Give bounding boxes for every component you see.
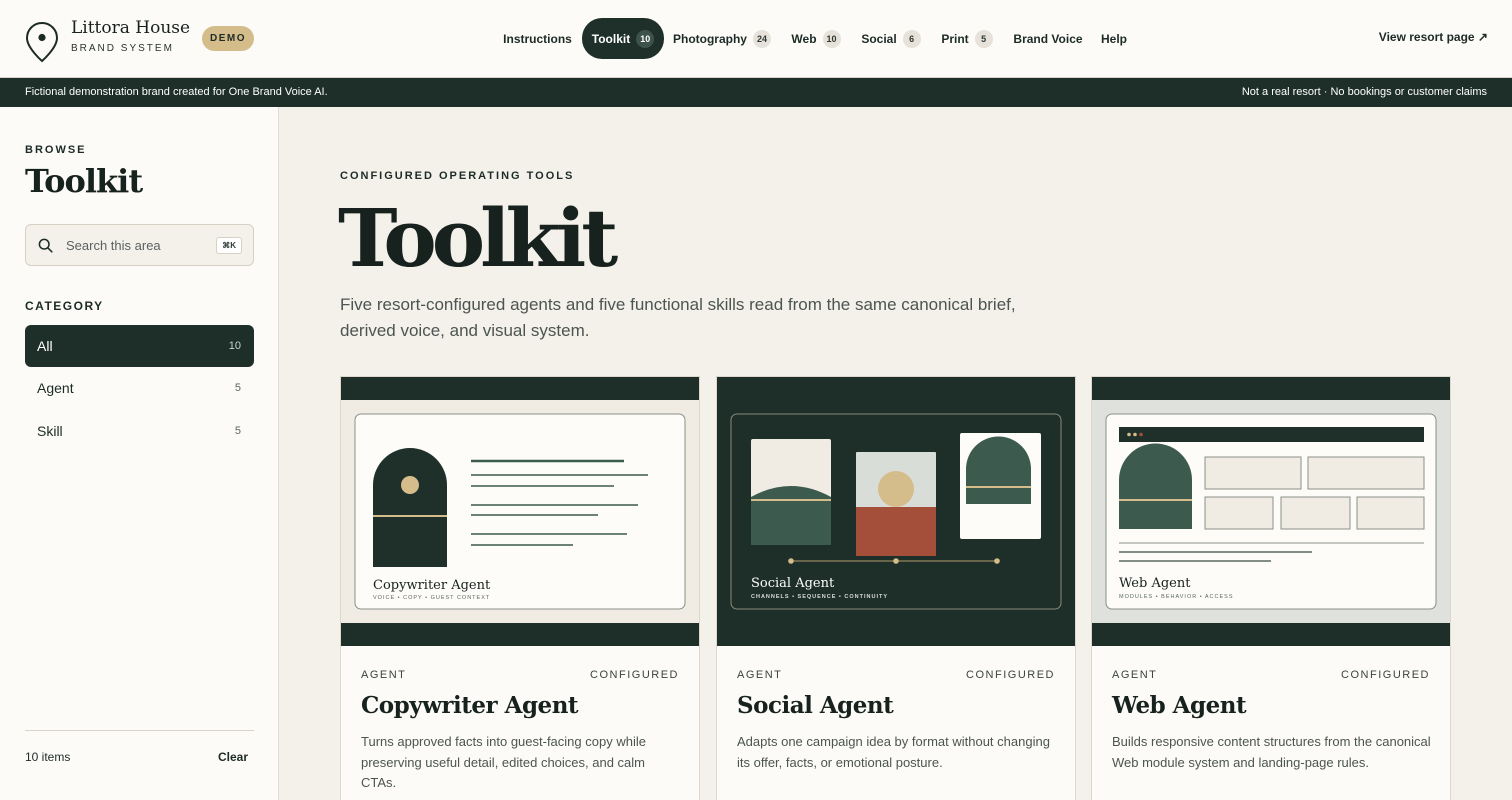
nav-print[interactable]: Print 5 <box>935 18 999 59</box>
search-icon <box>38 238 53 253</box>
banner-right-text: Not a real resort · No bookings or custo… <box>1241 86 1487 98</box>
sidebar-title: Toolkit <box>25 162 143 200</box>
card-illustration: Web Agent MODULES • BEHAVIOR • ACCESS <box>1092 377 1450 646</box>
category-item-skill[interactable]: Skill 5 <box>25 410 254 452</box>
brand-subtitle: BRAND SYSTEM <box>71 43 174 54</box>
category-heading: CATEGORY <box>25 299 104 313</box>
nav-label: Toolkit <box>591 31 631 46</box>
category-label: All <box>37 338 53 354</box>
card-art-title: Social Agent <box>751 576 835 591</box>
nav-label: Instructions <box>503 31 572 46</box>
banner-left-text: Fictional demonstration brand created fo… <box>25 86 328 98</box>
category-item-all[interactable]: All 10 <box>25 325 254 367</box>
sidebar-eyebrow: BROWSE <box>25 144 87 156</box>
top-header: Littora House BRAND SYSTEM DEMO Instruct… <box>0 0 1512 78</box>
toolkit-card-web[interactable]: Web Agent MODULES • BEHAVIOR • ACCESS AG… <box>1091 376 1451 800</box>
card-illustration: Social Agent CHANNELS • SEQUENCE • CONTI… <box>717 377 1075 646</box>
nav-photography[interactable]: Photography 24 <box>668 18 776 59</box>
nav-label: Photography <box>672 31 747 46</box>
item-count: 10 items <box>25 750 71 764</box>
page-title: Toolkit <box>338 191 618 285</box>
nav-help[interactable]: Help <box>1094 18 1134 59</box>
brand-name[interactable]: Littora House <box>71 18 190 38</box>
card-art-subtitle: MODULES • BEHAVIOR • ACCESS <box>1119 594 1234 600</box>
demo-disclaimer-banner: Fictional demonstration brand created fo… <box>0 78 1512 107</box>
category-label: Agent <box>37 380 74 396</box>
nav-count-badge: 6 <box>902 29 921 48</box>
nav-label: Social <box>861 31 897 46</box>
card-title[interactable]: Web Agent <box>1112 692 1247 719</box>
card-type-label: AGENT <box>361 669 407 681</box>
keyboard-shortcut-hint: ⌘K <box>216 237 242 254</box>
card-art-subtitle: VOICE • COPY • GUEST CONTEXT <box>373 595 490 601</box>
card-status-label: CONFIGURED <box>1341 669 1430 681</box>
category-count: 10 <box>228 340 241 352</box>
nav-count-badge: 5 <box>974 29 993 48</box>
category-count: 5 <box>234 382 241 394</box>
card-type-label: AGENT <box>1112 669 1158 681</box>
card-art-title: Copywriter Agent <box>373 578 491 593</box>
nav-toolkit[interactable]: Toolkit 10 <box>582 18 664 59</box>
search-input[interactable] <box>66 235 206 255</box>
card-status-label: CONFIGURED <box>966 669 1055 681</box>
card-illustration: Copywriter Agent VOICE • COPY • GUEST CO… <box>341 377 699 646</box>
toolkit-card-copywriter[interactable]: Copywriter Agent VOICE • COPY • GUEST CO… <box>340 376 700 800</box>
page-description: Five resort-configured agents and five f… <box>340 295 1016 340</box>
page-eyebrow: CONFIGURED OPERATING TOOLS <box>340 170 575 182</box>
card-description: Builds responsive content structures fro… <box>1112 734 1431 770</box>
card-art-subtitle: CHANNELS • SEQUENCE • CONTINUITY <box>751 594 888 600</box>
card-type-label: AGENT <box>737 669 783 681</box>
nav-count-badge: 10 <box>822 29 841 48</box>
nav-label: Web <box>791 31 817 46</box>
nav-label: Help <box>1100 31 1127 46</box>
sidebar-divider <box>25 730 254 731</box>
location-pin-icon <box>25 21 59 63</box>
view-resort-link[interactable]: View resort page ↗ <box>1379 30 1488 44</box>
sidebar: BROWSE Toolkit ⌘K CATEGORY All 10 Agent … <box>0 107 279 800</box>
nav-label: Brand Voice <box>1013 31 1083 46</box>
category-item-agent[interactable]: Agent 5 <box>25 367 254 409</box>
card-art-title: Web Agent <box>1119 576 1191 591</box>
nav-web[interactable]: Web 10 <box>784 18 848 59</box>
clear-filters-button[interactable]: Clear <box>218 750 248 764</box>
demo-badge: DEMO <box>202 26 254 51</box>
nav-count-badge: 24 <box>752 29 771 48</box>
search-box[interactable]: ⌘K <box>25 224 254 266</box>
category-label: Skill <box>37 423 63 439</box>
nav-brand-voice[interactable]: Brand Voice <box>1008 18 1088 59</box>
card-title[interactable]: Social Agent <box>737 692 894 719</box>
nav-instructions[interactable]: Instructions <box>495 18 580 59</box>
card-status-label: CONFIGURED <box>590 669 679 681</box>
card-description: Adapts one campaign idea by format witho… <box>737 734 1050 770</box>
nav-social[interactable]: Social 6 <box>855 18 927 59</box>
nav-label: Print <box>941 31 969 46</box>
toolkit-card-social[interactable]: Social Agent CHANNELS • SEQUENCE • CONTI… <box>716 376 1076 800</box>
category-count: 5 <box>234 425 241 437</box>
card-description: Turns approved facts into guest-facing c… <box>361 734 646 790</box>
nav-count-badge: 10 <box>636 29 655 48</box>
card-title[interactable]: Copywriter Agent <box>361 692 579 719</box>
